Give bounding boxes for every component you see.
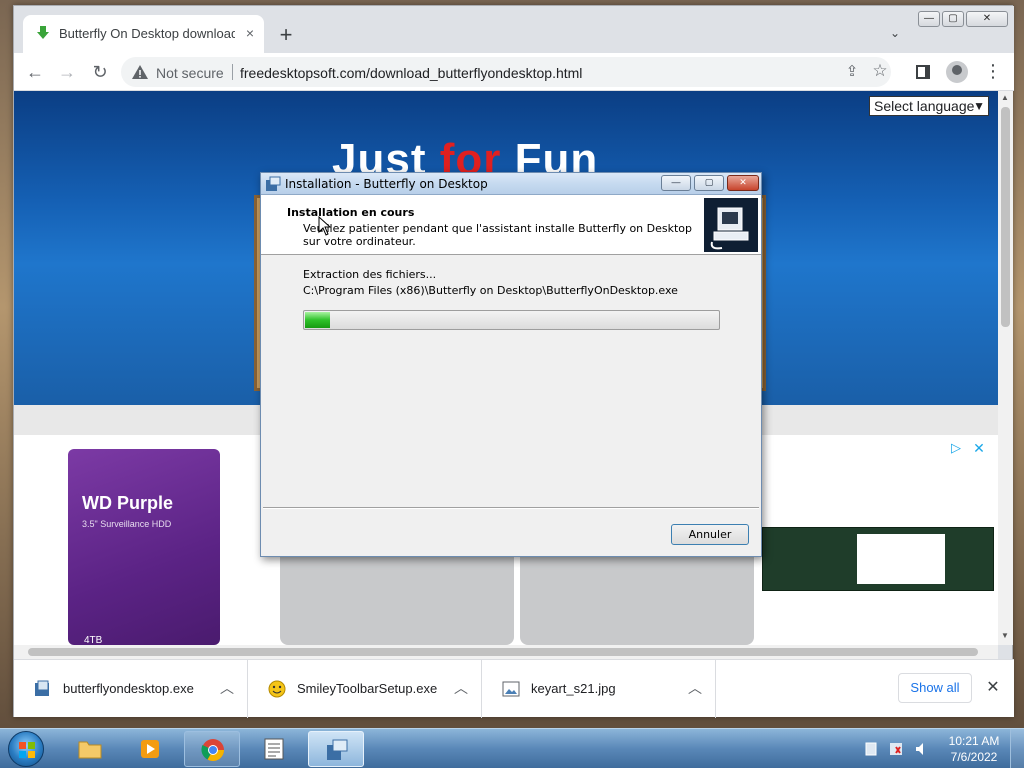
cancel-button[interactable]: Annuler bbox=[671, 524, 749, 545]
address-bar[interactable]: Not secure freedesktopsoft.com/download_… bbox=[121, 57, 891, 87]
vertical-scroll-thumb[interactable] bbox=[1001, 107, 1010, 327]
taskbar-installer[interactable] bbox=[308, 731, 364, 767]
taskbar: 10:21 AM 7/6/2022 bbox=[0, 728, 1024, 768]
profile-avatar-icon[interactable] bbox=[946, 61, 968, 83]
kebab-menu-icon[interactable]: ⋮ bbox=[984, 61, 1002, 83]
scroll-up-icon[interactable]: ▲ bbox=[1001, 93, 1009, 102]
language-select-value: Select language bbox=[874, 98, 975, 114]
new-tab-button[interactable]: + bbox=[274, 24, 298, 48]
dialog-titlebar[interactable]: Installation - Butterfly on Desktop — ▢ … bbox=[261, 173, 761, 195]
dialog-divider bbox=[263, 507, 759, 509]
show-all-button[interactable]: Show all bbox=[898, 673, 972, 703]
adchoices-icon[interactable]: ▷ bbox=[951, 440, 967, 456]
download-filename: keyart_s21.jpg bbox=[531, 681, 616, 696]
tab-strip: Butterfly On Desktop download | × + ⌄ — … bbox=[14, 6, 1014, 53]
show-desktop-button[interactable] bbox=[1010, 729, 1024, 768]
progress-fill bbox=[305, 312, 330, 328]
install-file-path: C:\Program Files (x86)\Butterfly on Desk… bbox=[303, 284, 678, 297]
security-status[interactable]: Not secure bbox=[156, 65, 224, 81]
ad-hdd-capacity: 4TB bbox=[84, 635, 103, 645]
media-player-icon bbox=[138, 737, 162, 761]
dialog-close-button[interactable]: ✕ bbox=[727, 175, 759, 191]
system-tray[interactable] bbox=[862, 739, 942, 759]
ad-hdd-brand: WD Purple bbox=[82, 493, 174, 513]
download-filename: SmileyToolbarSetup.exe bbox=[297, 681, 438, 696]
ad-ssd-image[interactable] bbox=[762, 527, 994, 591]
download-item[interactable]: keyart_s21.jpg ︿ bbox=[482, 660, 716, 718]
language-select[interactable]: Select language ▼ bbox=[869, 96, 989, 116]
ad-hdd-subtitle: 3.5" Surveillance HDD bbox=[82, 519, 172, 529]
shelf-close-icon[interactable]: ✕ bbox=[984, 679, 1002, 697]
scroll-down-icon[interactable]: ▼ bbox=[1001, 631, 1009, 640]
dialog-heading: Installation en cours bbox=[287, 206, 415, 219]
window-minimize-button[interactable]: — bbox=[918, 11, 940, 27]
installer-icon bbox=[325, 738, 349, 762]
forward-button[interactable]: → bbox=[56, 61, 78, 83]
folder-icon bbox=[78, 737, 102, 761]
installer-icon bbox=[265, 176, 281, 192]
install-progress-bar bbox=[303, 310, 720, 330]
vertical-scrollbar[interactable]: ▲ ▼ bbox=[998, 91, 1013, 645]
window-maximize-button[interactable]: ▢ bbox=[942, 11, 964, 27]
tab-title: Butterfly On Desktop download | bbox=[59, 26, 235, 41]
back-button[interactable]: ← bbox=[24, 61, 46, 83]
download-shelf: butterflyondesktop.exe ︿ SmileyToolbarSe… bbox=[14, 659, 1014, 718]
dialog-header: Installation en cours Veuillez patienter… bbox=[261, 195, 761, 255]
chrome-icon bbox=[201, 738, 225, 762]
taskbar-notepad[interactable] bbox=[246, 731, 302, 767]
bookmark-star-icon[interactable]: ☆ bbox=[871, 62, 889, 80]
browser-toolbar: ← → ↻ Not secure freedesktopsoft.com/dow… bbox=[14, 53, 1014, 91]
dialog-subheading: Veuillez patienter pendant que l'assista… bbox=[303, 222, 693, 248]
installer-icon bbox=[34, 680, 52, 698]
install-status: Extraction des fichiers... bbox=[303, 268, 437, 281]
taskbar-media-player[interactable] bbox=[122, 731, 178, 767]
warning-triangle-icon[interactable] bbox=[131, 63, 149, 81]
address-divider bbox=[232, 64, 233, 80]
download-filename: butterflyondesktop.exe bbox=[63, 681, 194, 696]
download-item[interactable]: butterflyondesktop.exe ︿ bbox=[14, 660, 248, 718]
smiley-icon bbox=[268, 680, 286, 698]
horizontal-scroll-thumb[interactable] bbox=[28, 648, 978, 656]
horizontal-scrollbar[interactable] bbox=[14, 645, 998, 659]
tab-close-icon[interactable]: × bbox=[241, 24, 259, 42]
side-panel-icon[interactable] bbox=[916, 65, 930, 79]
chevron-up-icon[interactable]: ︿ bbox=[220, 678, 234, 698]
taskbar-file-explorer[interactable] bbox=[62, 731, 118, 767]
download-item[interactable]: SmileyToolbarSetup.exe ︿ bbox=[248, 660, 482, 718]
image-file-icon bbox=[502, 680, 520, 698]
dialog-minimize-button[interactable]: — bbox=[661, 175, 691, 191]
ad-close-icon[interactable]: ✕ bbox=[971, 440, 987, 456]
tab-search-button[interactable]: ⌄ bbox=[886, 26, 904, 44]
chevron-up-icon[interactable]: ︿ bbox=[454, 678, 468, 698]
tab-active[interactable]: Butterfly On Desktop download | × bbox=[23, 15, 264, 53]
download-arrow-icon bbox=[35, 25, 51, 41]
share-icon[interactable]: ⇪ bbox=[843, 63, 861, 81]
start-button[interactable] bbox=[8, 731, 44, 767]
computer-setup-icon bbox=[704, 198, 758, 252]
url-text[interactable]: freedesktopsoft.com/download_butterflyon… bbox=[240, 65, 582, 81]
notepad-icon bbox=[262, 737, 286, 761]
clock-time[interactable]: 10:21 AM bbox=[946, 734, 1002, 748]
dialog-maximize-button[interactable]: ▢ bbox=[694, 175, 724, 191]
clock-date[interactable]: 7/6/2022 bbox=[946, 750, 1002, 764]
dialog-title: Installation - Butterfly on Desktop bbox=[285, 177, 488, 191]
reload-button[interactable]: ↻ bbox=[89, 61, 111, 83]
taskbar-chrome[interactable] bbox=[184, 731, 240, 767]
ad-hard-drive-image[interactable]: WD Purple 3.5" Surveillance HDD 4TB bbox=[68, 449, 220, 645]
chevron-up-icon[interactable]: ︿ bbox=[688, 678, 702, 698]
mouse-cursor-icon bbox=[318, 215, 332, 236]
chevron-down-icon: ▼ bbox=[973, 99, 985, 113]
installer-dialog: Installation - Butterfly on Desktop — ▢ … bbox=[260, 172, 762, 557]
window-close-button[interactable]: ✕ bbox=[966, 11, 1008, 27]
